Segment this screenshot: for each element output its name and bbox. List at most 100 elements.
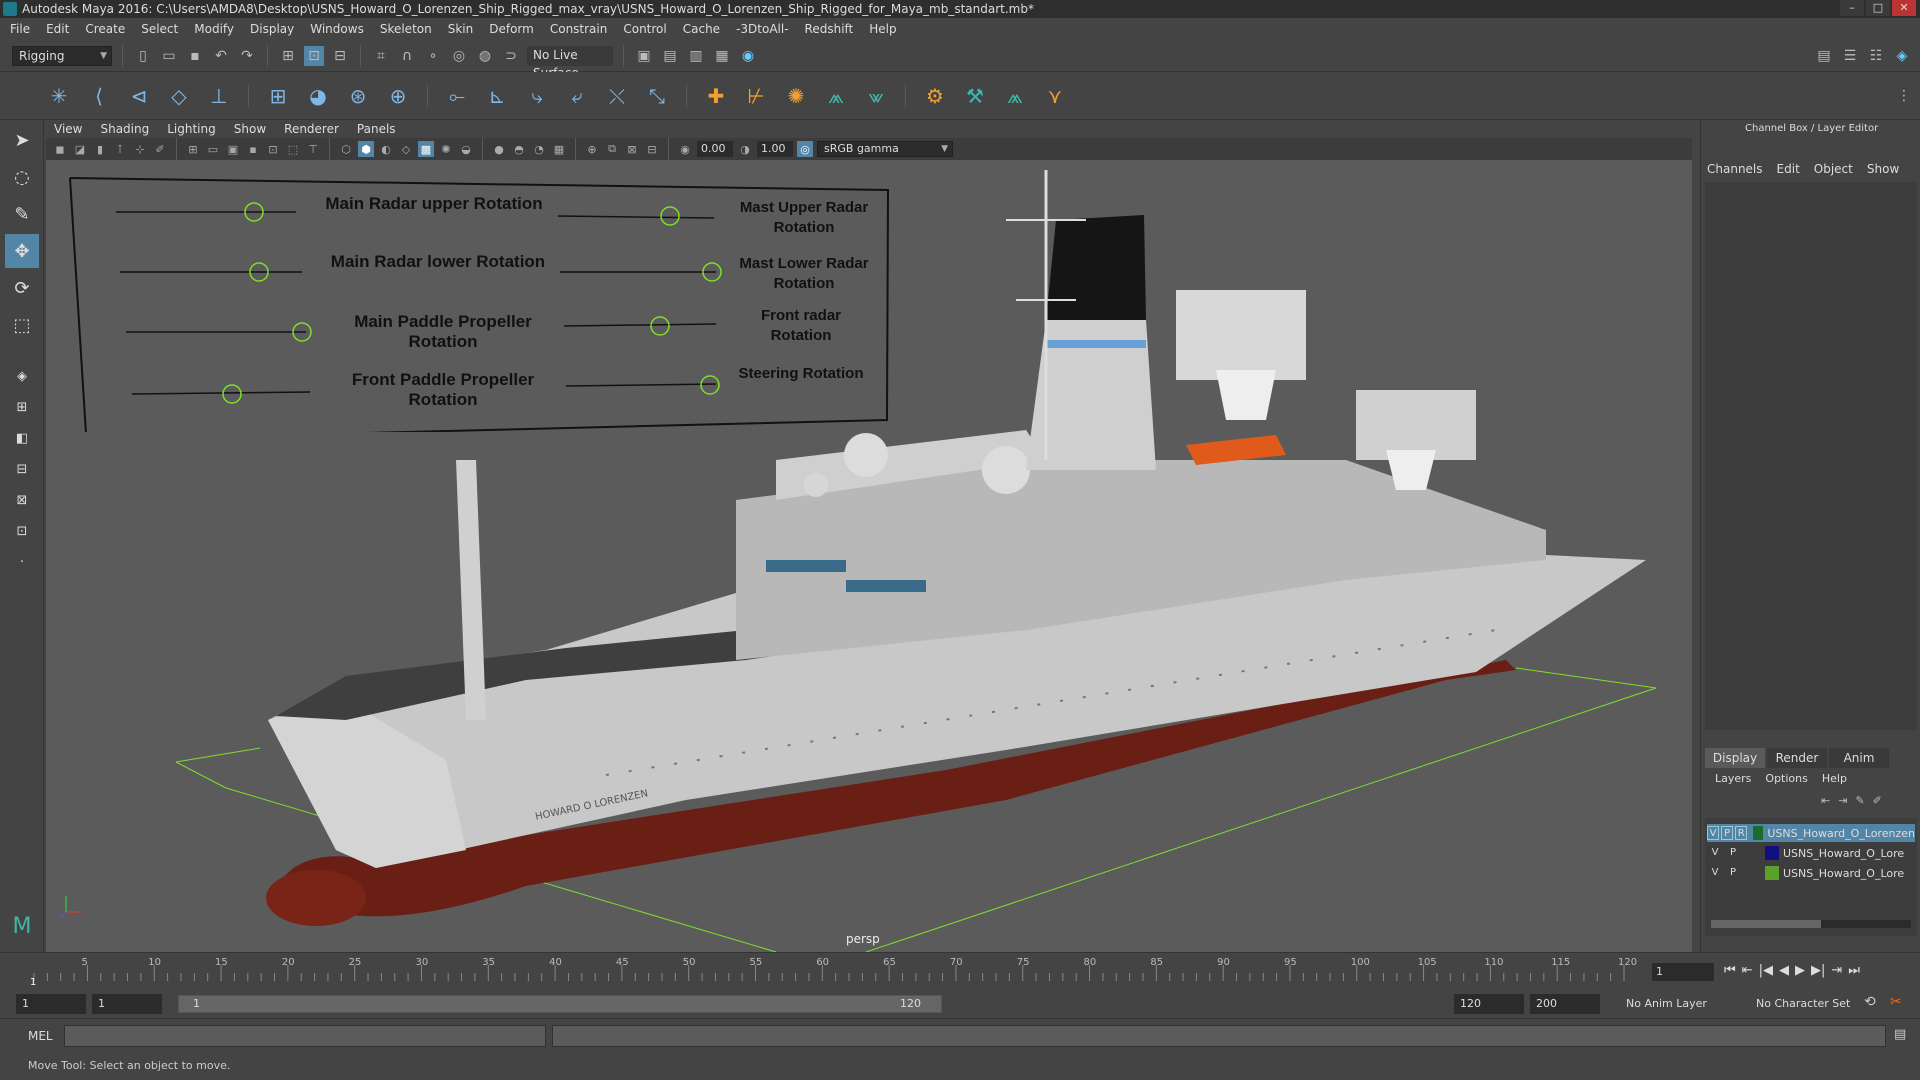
layer-playback-toggle[interactable]: P <box>1725 866 1741 880</box>
textured-icon[interactable]: ▩ <box>418 141 434 157</box>
panel-menu-view[interactable]: View <box>54 122 82 136</box>
safe-title-icon[interactable]: ⊤ <box>305 141 321 157</box>
layer-playback-toggle[interactable]: P <box>1725 846 1741 860</box>
render-view-icon[interactable]: ▣ <box>634 46 654 66</box>
go-to-start-icon[interactable]: ⏮ <box>1724 963 1736 978</box>
menu-skeleton[interactable]: Skeleton <box>380 22 432 36</box>
xray-icon[interactable]: ⧉ <box>604 141 620 157</box>
lasso-tool-icon[interactable]: ◌ <box>5 160 39 194</box>
menu-file[interactable]: File <box>10 22 30 36</box>
anim-prefs-icon[interactable]: ✂ <box>1890 994 1902 1010</box>
lights-icon[interactable]: ✺ <box>438 141 454 157</box>
workspace-icon-3[interactable]: ☷ <box>1866 46 1886 66</box>
menu-display[interactable]: Display <box>250 22 294 36</box>
snap-point-icon[interactable]: ∘ <box>423 46 443 66</box>
rigid-bind-icon[interactable]: ⊾ <box>482 81 512 111</box>
workspace-icon-4[interactable]: ◈ <box>1892 46 1912 66</box>
panel-menu-show[interactable]: Show <box>234 122 266 136</box>
step-forward-key-icon[interactable]: ⇥ <box>1831 963 1842 978</box>
lattice-icon[interactable]: ⊞ <box>263 81 293 111</box>
layer-row[interactable]: V P R USNS_Howard_O_Lorenzen <box>1707 824 1915 842</box>
ik-spline-icon[interactable]: ⊲ <box>124 81 154 111</box>
bind-skin-icon[interactable]: ⟜ <box>442 81 472 111</box>
bookmark-icon[interactable]: ▮ <box>92 141 108 157</box>
custom-layout-icon[interactable]: ⊡ <box>5 517 39 545</box>
wire-icon[interactable]: ⊕ <box>383 81 413 111</box>
step-back-frame-icon[interactable]: |◀ <box>1759 963 1773 978</box>
menu-help[interactable]: Help <box>869 22 896 36</box>
layer-reference-toggle[interactable] <box>1743 846 1759 860</box>
menu-edit[interactable]: Edit <box>46 22 69 36</box>
rotate-tool-icon[interactable]: ⟳ <box>5 271 39 305</box>
time-ruler[interactable]: 5 10 15 20 25 30 35 40 45 50 55 60 65 70 75 80 85 90 95 100… <box>28 957 1638 987</box>
slider-mast-upper-handle[interactable] <box>660 206 680 226</box>
hik-character-icon[interactable]: ⩕ <box>821 81 851 111</box>
aim-constraint-icon[interactable]: ⊬ <box>741 81 771 111</box>
exposure-icon[interactable]: ◉ <box>677 141 693 157</box>
paint-select-icon[interactable]: ✎ <box>5 197 39 231</box>
parent-constraint-icon[interactable]: ⚒ <box>960 81 990 111</box>
scale-tool-icon[interactable]: ⬚ <box>5 308 39 342</box>
layer-row[interactable]: V P USNS_Howard_O_Lore <box>1707 844 1915 862</box>
gamma-icon[interactable]: ◑ <box>737 141 753 157</box>
menu-set-dropdown[interactable]: Rigging ▼ <box>12 45 112 66</box>
menu-constrain[interactable]: Constrain <box>550 22 608 36</box>
menu-modify[interactable]: Modify <box>194 22 234 36</box>
xray-components-icon[interactable]: ⊟ <box>644 141 660 157</box>
scene-start-field[interactable]: 1 <box>16 994 86 1014</box>
render-frame-icon[interactable]: ▤ <box>660 46 680 66</box>
select-hierarchy-icon[interactable]: ⊞ <box>278 46 298 66</box>
persp-graph-icon[interactable]: ⊟ <box>5 455 39 483</box>
layer-playback-toggle[interactable]: P <box>1721 826 1734 840</box>
play-backwards-icon[interactable]: ◀ <box>1779 963 1789 978</box>
close-button[interactable]: ✕ <box>1892 0 1916 16</box>
point-constraint-icon[interactable]: ✚ <box>701 81 731 111</box>
view-transform-dropdown[interactable]: sRGB gamma ▼ <box>817 141 953 157</box>
go-to-bind-pose-icon[interactable]: ⤬ <box>602 81 632 111</box>
channel-box-area[interactable] <box>1705 182 1917 730</box>
screen-space-ao-icon[interactable]: ● <box>491 141 507 157</box>
mirror-weights-icon[interactable]: ⤡ <box>642 81 672 111</box>
grid-icon[interactable]: ⊞ <box>185 141 201 157</box>
isolate-select-icon[interactable]: ⊕ <box>584 141 600 157</box>
select-component-icon[interactable]: ⊟ <box>330 46 350 66</box>
workspace-icon-1[interactable]: ▤ <box>1814 46 1834 66</box>
resolution-gate-icon[interactable]: ▣ <box>225 141 241 157</box>
playback-end-field[interactable]: 120 <box>1454 994 1524 1014</box>
field-chart-icon[interactable]: ⊡ <box>265 141 281 157</box>
le-menu-help[interactable]: Help <box>1822 772 1847 785</box>
layer-color-swatch[interactable] <box>1765 846 1779 860</box>
exposure-field[interactable]: 0.00 <box>697 141 733 157</box>
layer-reference-toggle[interactable] <box>1743 866 1759 880</box>
menu-create[interactable]: Create <box>85 22 125 36</box>
undo-icon[interactable]: ↶ <box>211 46 231 66</box>
current-time-marker[interactable]: 1 <box>30 977 36 987</box>
current-frame-field[interactable]: 1 <box>1652 963 1714 981</box>
layer-row[interactable]: V P USNS_Howard_O_Lore <box>1707 864 1915 882</box>
four-view-icon[interactable]: ⊞ <box>5 393 39 421</box>
script-editor-icon[interactable]: ▤ <box>1894 1027 1906 1042</box>
cb-menu-object[interactable]: Object <box>1814 162 1853 176</box>
mirror-joint-icon[interactable]: ◇ <box>164 81 194 111</box>
hypershade-layout-icon[interactable]: ⊠ <box>5 486 39 514</box>
gate-mask-icon[interactable]: ▪ <box>245 141 261 157</box>
layer-visible-toggle[interactable]: V <box>1707 866 1723 880</box>
paint-weights-icon[interactable]: ⤷ <box>522 81 552 111</box>
move-tool-icon[interactable]: ✥ <box>5 234 39 268</box>
tab-render[interactable]: Render <box>1767 748 1827 768</box>
wireframe-on-shaded-icon[interactable]: ◇ <box>398 141 414 157</box>
step-forward-frame-icon[interactable]: ▶| <box>1811 963 1825 978</box>
snap-curve-icon[interactable]: ∩ <box>397 46 417 66</box>
default-material-icon[interactable]: ◐ <box>378 141 394 157</box>
camera-attr-icon[interactable]: ◪ <box>72 141 88 157</box>
snap-magnet-icon[interactable]: ⊃ <box>501 46 521 66</box>
wrap-icon[interactable]: ⊛ <box>343 81 373 111</box>
panel-menu-shading[interactable]: Shading <box>100 122 149 136</box>
persp-outliner-icon[interactable]: ◧ <box>5 424 39 452</box>
select-tool-icon[interactable]: ➤ <box>5 123 39 157</box>
le-menu-options[interactable]: Options <box>1765 772 1807 785</box>
slider-front-radar-handle[interactable] <box>650 316 670 336</box>
hik-control-icon[interactable]: ⩖ <box>861 81 891 111</box>
anim-layer-dropdown[interactable]: No Anim Layer <box>1620 994 1740 1014</box>
menu-cache[interactable]: Cache <box>683 22 720 36</box>
